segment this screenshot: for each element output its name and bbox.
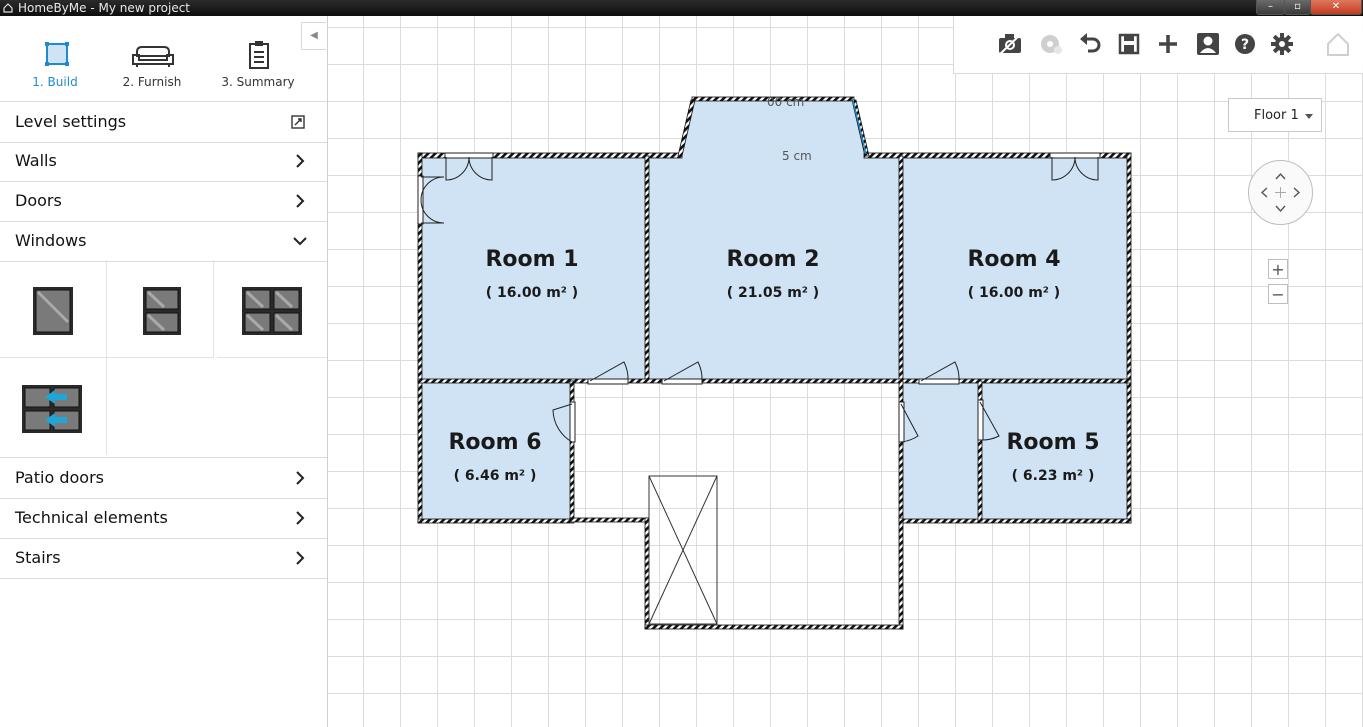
- svg-text:?: ?: [1241, 37, 1249, 53]
- room-5-area: ( 6.23 m² ): [1012, 468, 1095, 484]
- caret-down-icon: [1305, 114, 1313, 119]
- room-2-name: Room 2: [726, 247, 819, 272]
- room-6-name: Room 6: [448, 430, 541, 455]
- zoom-out-button[interactable]: −: [1268, 284, 1288, 304]
- dimension-label-top: 00 cm: [767, 95, 804, 109]
- floor-plan: 00 cm 5 cm Room 1 ( 16.00 m² ) Room 2 ( …: [417, 95, 1132, 630]
- stairwell[interactable]: [648, 475, 718, 625]
- navigation-pad[interactable]: [1248, 160, 1313, 225]
- small-room-floor[interactable]: [902, 381, 982, 519]
- room-1-name: Room 1: [485, 247, 578, 272]
- room-4-area: ( 16.00 m² ): [968, 285, 1060, 301]
- save-icon[interactable]: [1115, 30, 1143, 58]
- room-5-name: Room 5: [1006, 430, 1099, 455]
- room-4-name: Room 4: [967, 247, 1060, 272]
- dimension-label-bay: 5 cm: [782, 149, 812, 163]
- home-view-icon[interactable]: [1324, 30, 1352, 58]
- settings-gear-icon[interactable]: [1268, 30, 1296, 58]
- zoom-in-button[interactable]: +: [1268, 259, 1288, 279]
- room-6-area: ( 6.46 m² ): [454, 468, 537, 484]
- help-icon[interactable]: ?: [1231, 30, 1259, 58]
- pan-arrows-icon: [1260, 172, 1301, 213]
- camera-icon[interactable]: [996, 30, 1024, 58]
- top-toolbar: ?: [953, 16, 1363, 74]
- add-icon[interactable]: [1154, 30, 1182, 58]
- undo-icon[interactable]: [1076, 30, 1104, 58]
- account-icon[interactable]: [1194, 30, 1222, 58]
- disc-icon[interactable]: [1037, 30, 1065, 58]
- room-2-area: ( 21.05 m² ): [727, 285, 819, 301]
- floor-select[interactable]: Floor 1: [1228, 98, 1322, 132]
- room-1-area: ( 16.00 m² ): [486, 285, 578, 301]
- floor-select-value: Floor 1: [1254, 108, 1299, 123]
